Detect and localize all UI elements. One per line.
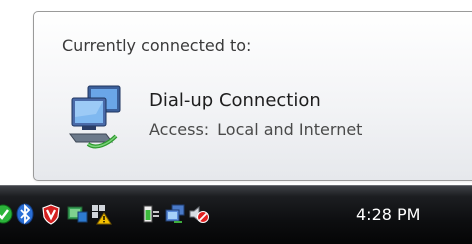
access-label: Access: (149, 120, 210, 139)
antivirus-shield-icon[interactable] (40, 203, 62, 225)
connection-access: Access: Local and Internet (149, 120, 362, 139)
taskbar: 4:28 PM (0, 185, 472, 244)
tooltip-header: Currently connected to: (62, 36, 252, 55)
network-status-tooltip: Currently connected to: Dial-up Connecti… (33, 11, 472, 181)
connection-name: Dial-up Connection (149, 90, 321, 111)
security-warning-icon[interactable] (90, 203, 112, 225)
network-monitor-icon[interactable] (66, 203, 88, 225)
system-clock[interactable]: 4:28 PM (356, 205, 420, 224)
power-plug-icon[interactable] (140, 203, 162, 225)
volume-muted-icon[interactable] (188, 203, 210, 225)
bluetooth-icon[interactable] (14, 203, 36, 225)
access-value: Local and Internet (217, 120, 363, 139)
green-check-icon[interactable] (0, 203, 14, 225)
network-connection-icon (69, 85, 121, 149)
network-connected-icon[interactable] (164, 203, 186, 225)
